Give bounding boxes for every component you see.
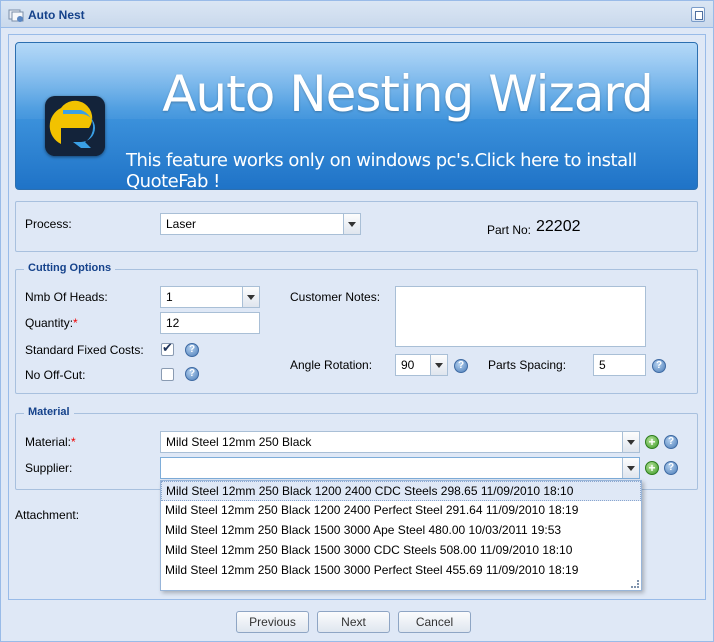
help-icon[interactable]: ? [652,359,666,373]
window-title: Auto Nest [28,8,85,22]
process-select[interactable]: Laser [160,213,361,235]
attachment-label: Attachment: [15,508,80,522]
list-item[interactable]: Mild Steel 12mm 250 Black 1500 3000 Perf… [161,561,641,581]
help-icon[interactable]: ? [185,367,199,381]
quantity-label-text: Quantity: [25,316,74,330]
parts-spacing-label: Parts Spacing: [488,358,567,372]
print-icon[interactable] [691,7,705,22]
supplier-dropdown-list: Mild Steel 12mm 250 Black 1200 2400 CDC … [160,480,642,591]
next-button[interactable]: Next [317,611,390,633]
window-titlebar[interactable]: Auto Nest [1,1,713,28]
quantity-label: Quantity:* [25,316,78,330]
wizard-title: Auto Nesting Wizard [162,65,654,123]
angle-rotation-value: 90 [401,358,415,372]
parts-spacing-input[interactable]: 5 [593,354,646,376]
chevron-down-icon[interactable] [343,214,360,234]
part-no-label: Part No: [487,223,532,237]
previous-button[interactable]: Previous [236,611,309,633]
help-icon[interactable]: ? [664,461,678,475]
customer-notes-label: Customer Notes: [290,290,381,304]
offcut-checkbox[interactable] [161,368,174,381]
chevron-down-icon[interactable] [622,432,639,452]
list-item[interactable]: Mild Steel 12mm 250 Black 1200 2400 Perf… [161,501,641,521]
help-icon[interactable]: ? [664,435,678,449]
part-no-value: 22202 [536,218,581,235]
customer-notes-textarea[interactable] [395,286,646,347]
supplier-select[interactable] [160,457,640,479]
cancel-button[interactable]: Cancel [398,611,471,633]
chevron-down-icon[interactable] [430,355,447,375]
required-marker: * [73,316,78,330]
process-value: Laser [166,217,197,231]
angle-rotation-select[interactable]: 90 [395,354,448,376]
required-marker: * [71,435,76,449]
material-label: Material:* [25,435,76,449]
heads-value: 1 [166,290,173,304]
offcut-label: No Off-Cut: [25,368,86,382]
angle-rotation-label: Angle Rotation: [290,358,373,372]
cutting-options-legend: Cutting Options [24,262,116,274]
add-material-icon[interactable]: + [645,435,659,449]
process-label: Process: [25,217,72,231]
wizard-banner[interactable]: Auto Nesting Wizard This feature works o… [15,42,698,190]
chevron-down-icon[interactable] [622,458,639,478]
list-item[interactable]: Mild Steel 12mm 250 Black 1500 3000 CDC … [161,541,641,561]
list-item[interactable]: Mild Steel 12mm 250 Black 1200 2400 CDC … [161,481,641,501]
add-supplier-icon[interactable]: + [645,461,659,475]
fixed-costs-label: Standard Fixed Costs: [25,343,144,357]
chevron-down-icon[interactable] [242,287,259,307]
material-label-text: Material: [25,435,72,449]
material-legend: Material [24,406,74,418]
quantity-input[interactable]: 12 [160,312,260,334]
list-item[interactable]: Mild Steel 12mm 250 Black 1500 3000 Ape … [161,521,641,541]
resize-handle[interactable] [631,580,639,588]
help-icon[interactable]: ? [454,359,468,373]
heads-label: Nmb Of Heads: [25,290,108,304]
help-icon[interactable]: ? [185,343,199,357]
heads-select[interactable]: 1 [160,286,260,308]
supplier-label: Supplier: [25,461,73,475]
material-value: Mild Steel 12mm 250 Black [166,435,312,449]
app-icon [8,9,24,22]
fixed-costs-checkbox[interactable] [161,340,174,356]
material-select[interactable]: Mild Steel 12mm 250 Black [160,431,640,453]
install-quotefab-link[interactable]: This feature works only on windows pc's.… [126,150,697,189]
